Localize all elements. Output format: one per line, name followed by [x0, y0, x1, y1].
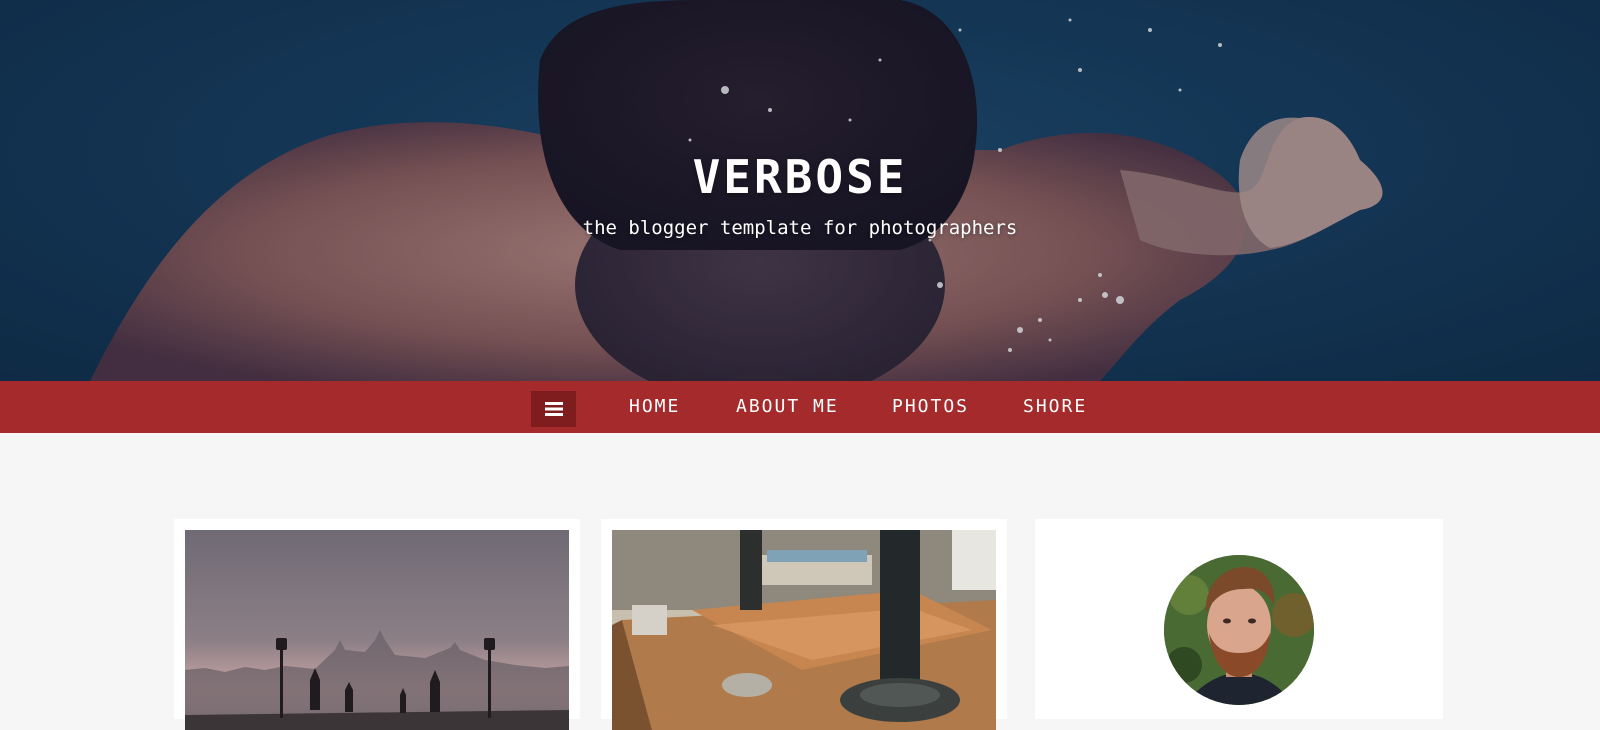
post-thumbnail-desk[interactable] [612, 530, 996, 730]
bearded-man-portrait-photo [1164, 555, 1314, 705]
site-description: the blogger template for photographers [582, 217, 1018, 239]
menu-toggle-button[interactable] [531, 391, 576, 427]
leather-wallet-desk-photo [612, 530, 996, 730]
foggy-bridge-statues-photo [185, 530, 569, 730]
site-title[interactable]: VERBOSE [0, 150, 1600, 204]
nav-item-about-me[interactable]: ABOUT ME [736, 381, 839, 433]
avatar[interactable] [1164, 555, 1314, 705]
nav-item-home[interactable]: HOME [629, 381, 680, 433]
profile-widget [1035, 519, 1443, 719]
post-card[interactable] [174, 519, 580, 730]
main-navbar: HOME ABOUT ME PHOTOS SHORE [0, 381, 1600, 433]
nav-item-photos[interactable]: PHOTOS [892, 381, 969, 433]
nav-item-shore[interactable]: SHORE [1023, 381, 1087, 433]
hero-header: VERBOSE the blogger template for photogr… [0, 0, 1600, 381]
main-content [0, 433, 1600, 730]
hamburger-menu-icon [544, 402, 563, 416]
post-thumbnail-bridge[interactable] [185, 530, 569, 730]
post-card[interactable] [601, 519, 1007, 730]
